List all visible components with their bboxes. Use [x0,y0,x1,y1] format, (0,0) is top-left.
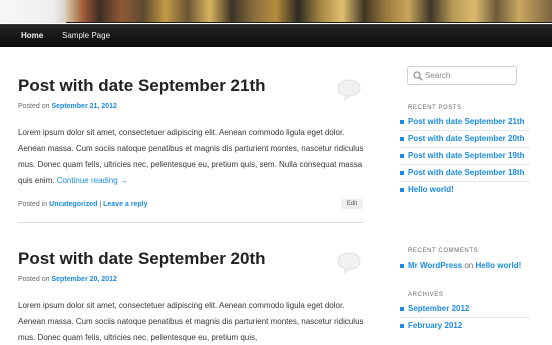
recent-post-item[interactable]: Hello world! [400,184,530,198]
post-divider [18,222,364,223]
post-excerpt: Lorem ipsum dolor sit amet, consectetuer… [18,125,368,189]
posted-in-label: Posted in [18,201,48,208]
archive-item[interactable]: February 2012 [400,320,530,334]
header-banner-image [0,0,552,23]
comment-on-label: on [464,261,474,270]
recent-comments-list: Mr WordPress on Hello world! [400,260,530,276]
post-footer-meta: Posted in Uncategorized | Leave a reply [18,201,147,208]
recent-comment-item: Mr WordPress on Hello world! [400,260,530,274]
recent-post-item[interactable]: Post with date September 19th [400,150,530,165]
post-excerpt-text: Lorem ipsum dolor sit amet, consectetuer… [18,301,364,342]
archives-heading: ARCHIVES [408,292,444,298]
posted-on-label: Posted on [18,103,50,110]
archive-item[interactable]: September 2012 [400,303,530,318]
leave-reply-link[interactable]: Leave a reply [103,201,147,208]
post-excerpt: Lorem ipsum dolor sit amet, consectetuer… [18,298,368,345]
recent-post-link[interactable]: Post with date September 19th [408,151,524,160]
recent-post-link[interactable]: Post with date September 21th [408,117,524,126]
nav-item-home[interactable]: Home [21,31,43,40]
post-date-line: Posted on September 20, 2012 [18,276,117,283]
comment-post-link[interactable]: Hello world! [475,261,521,270]
recent-post-link[interactable]: Post with date September 20th [408,134,524,143]
edit-button[interactable]: Edit [341,199,363,209]
meta-separator: | [99,201,102,208]
recent-posts-heading: RECENT POSTS [408,105,462,111]
archive-link[interactable]: February 2012 [408,321,462,330]
post-date-link[interactable]: September 21, 2012 [51,103,116,110]
recent-post-link[interactable]: Post with date September 18th [408,168,524,177]
recent-comments-heading: RECENT COMMENTS [408,248,479,254]
archives-list: September 2012 February 2012 [400,303,530,336]
recent-post-item[interactable]: Post with date September 20th [400,133,530,148]
recent-post-item[interactable]: Post with date September 21th [400,116,530,131]
recent-posts-list: Post with date September 21th Post with … [400,116,530,200]
banner-left-fade [0,0,66,23]
search-placeholder: Search [425,71,451,80]
comment-author-link[interactable]: Mr WordPress [408,261,462,270]
comment-bubble-icon[interactable] [336,251,362,275]
post-date-line: Posted on September 21, 2012 [18,103,117,110]
comment-bubble-icon[interactable] [336,78,362,102]
search-input[interactable]: Search [407,66,517,85]
search-icon [413,71,423,81]
archive-link[interactable]: September 2012 [408,304,469,313]
category-link[interactable]: Uncategorized [49,201,97,208]
main-nav: Home Sample Page [0,24,552,47]
nav-item-sample-page[interactable]: Sample Page [62,31,110,40]
post-title[interactable]: Post with date September 20th [18,249,266,269]
continue-reading-link[interactable]: Continue reading → [57,176,128,185]
post-date-link[interactable]: September 20, 2012 [51,276,116,283]
post-title[interactable]: Post with date September 21th [18,76,266,96]
posted-on-label: Posted on [18,276,50,283]
recent-post-item[interactable]: Post with date September 18th [400,167,530,182]
recent-post-link[interactable]: Hello world! [408,185,454,194]
